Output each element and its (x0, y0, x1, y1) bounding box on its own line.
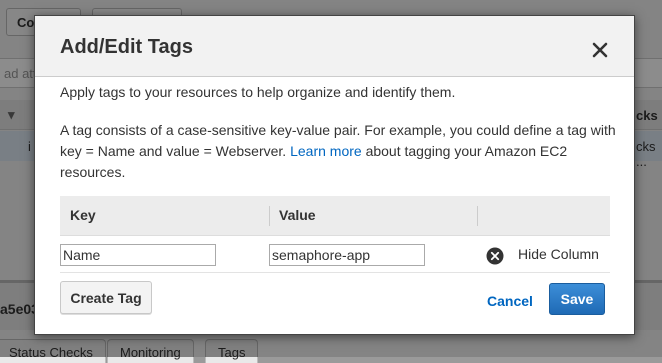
create-tag-button[interactable]: Create Tag (60, 281, 152, 314)
dialog-header: Add/Edit Tags (35, 16, 634, 77)
column-divider (269, 206, 270, 226)
remove-tag-button[interactable] (486, 247, 504, 265)
tags-table-header: Key Value (60, 196, 610, 236)
hide-column-toggle[interactable]: Hide Column (518, 246, 599, 262)
dialog-intro-text: Apply tags to your resources to help org… (60, 84, 456, 100)
column-divider (477, 206, 478, 226)
column-header-key: Key (70, 207, 96, 223)
column-header-value: Value (279, 207, 316, 223)
cancel-button[interactable]: Cancel (487, 293, 533, 309)
learn-more-link[interactable]: Learn more (290, 143, 362, 159)
add-edit-tags-dialog: Add/Edit Tags Apply tags to your resourc… (34, 15, 635, 335)
close-button[interactable] (588, 38, 612, 62)
remove-circle-icon (486, 247, 504, 265)
tag-key-input[interactable] (60, 244, 216, 266)
close-icon (592, 42, 608, 58)
dialog-title: Add/Edit Tags (60, 36, 193, 58)
dialog-description: A tag consists of a case-sensitive key-v… (60, 120, 620, 183)
tag-value-input[interactable] (269, 244, 425, 266)
table-row: Hide Column (60, 236, 610, 273)
save-button[interactable]: Save (549, 283, 605, 315)
